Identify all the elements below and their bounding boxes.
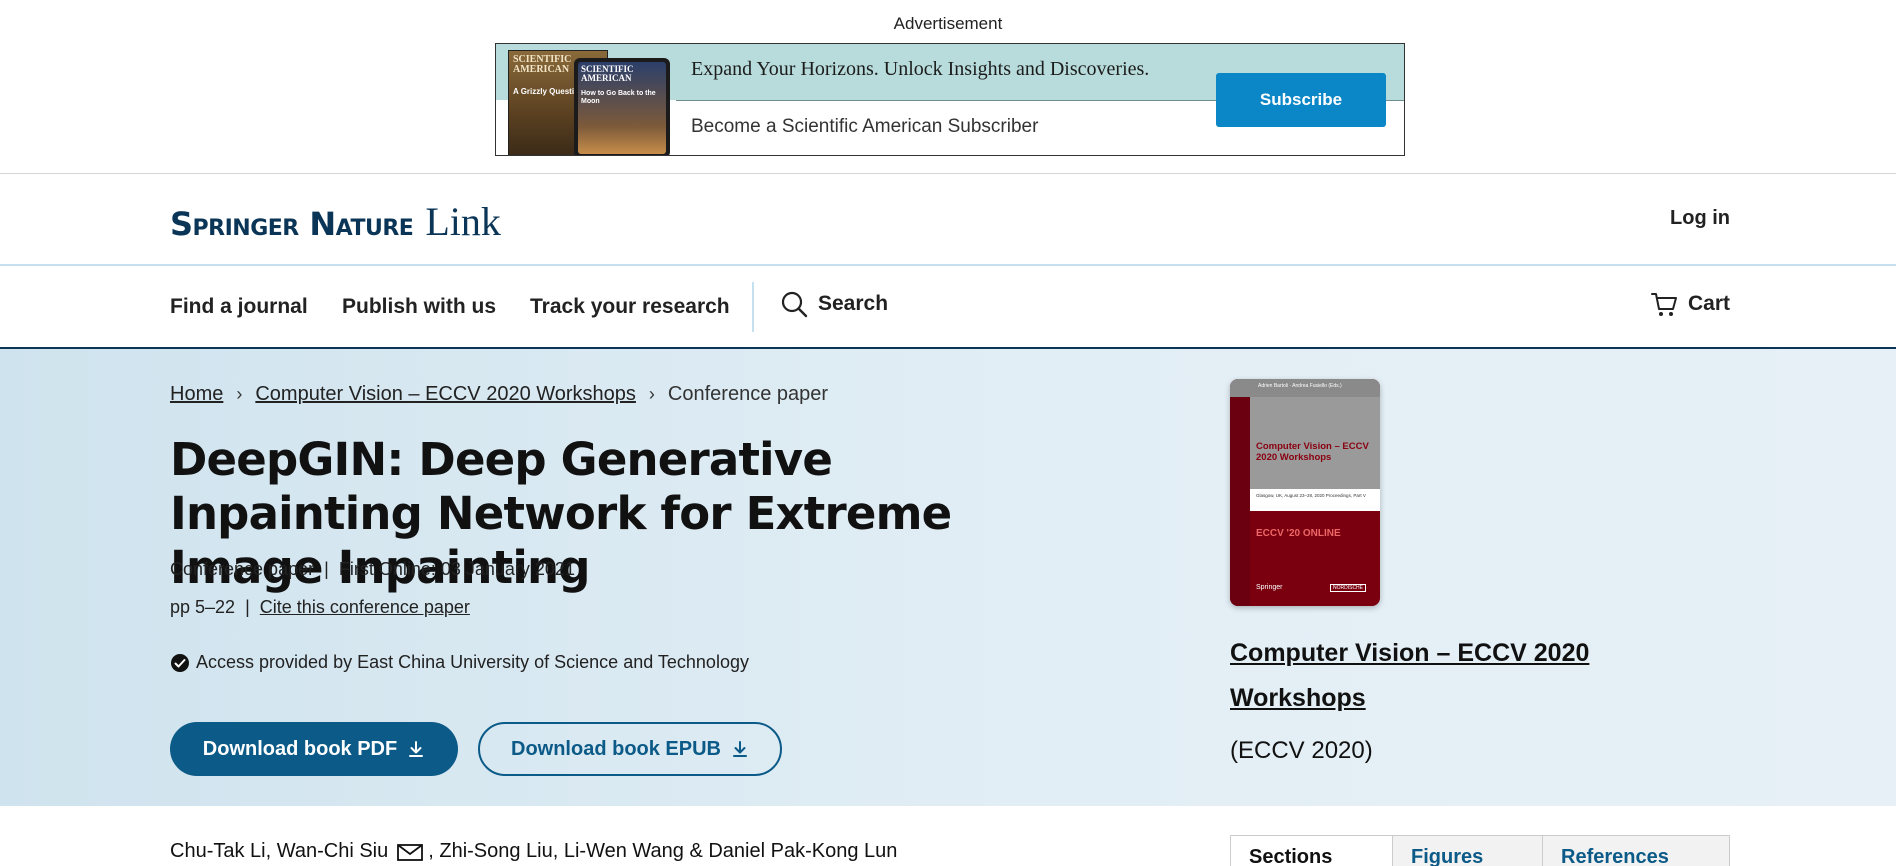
authors-rest[interactable]: , Zhi-Song Liu, Li-Wen Wang & Daniel Pak… — [428, 840, 897, 863]
main-nav: Find a journal Publish with us Track you… — [0, 266, 1896, 348]
cover-badge: NORDISCHE — [1330, 584, 1367, 592]
access-text: Access provided by East China University… — [196, 652, 749, 672]
tablet-magazine-title: SCIENTIFIC AMERICAN — [581, 64, 634, 83]
subscribe-button[interactable]: Subscribe — [1216, 73, 1386, 127]
download-epub-label: Download book EPUB — [511, 737, 721, 760]
download-icon — [733, 741, 747, 757]
book-abbreviation: (ECCV 2020) — [1230, 737, 1373, 764]
ad-subline: Become a Scientific American Subscriber — [691, 116, 1039, 137]
first-online: First Online: 03 January 2021 — [338, 559, 575, 579]
tab-references[interactable]: References — [1543, 836, 1729, 866]
meta-separator: | — [319, 559, 334, 579]
meta-separator: | — [240, 597, 255, 617]
nav-track-your-research[interactable]: Track your research — [530, 295, 730, 319]
download-icon — [409, 741, 424, 757]
author-list: Chu-Tak Li, Wan-Chi Siu , Zhi-Song Liu, … — [170, 840, 897, 863]
cover-white-band: Glasgow, UK, August 23–28, 2020 Proceedi… — [1250, 489, 1380, 511]
page-range: pp 5–22 — [170, 597, 236, 617]
cover-publisher: Springer — [1256, 584, 1283, 591]
search-button[interactable]: Search — [780, 290, 888, 318]
content-tabs: Sections Figures References — [1230, 835, 1730, 866]
email-icon[interactable] — [396, 842, 424, 862]
cart-icon — [1650, 293, 1677, 316]
article-hero: Home › Computer Vision – ECCV 2020 Works… — [0, 349, 1896, 806]
cart-button[interactable]: Cart — [1650, 290, 1730, 318]
paper-meta: Conference paper | First Online: 03 Janu… — [170, 559, 575, 580]
paper-pages-row: pp 5–22 | Cite this conference paper — [170, 597, 470, 618]
check-circle-icon — [171, 653, 189, 672]
cover-title: Computer Vision – ECCV 2020 Workshops — [1256, 441, 1369, 463]
access-notice: Access provided by East China University… — [170, 652, 749, 673]
ad-headline: Expand Your Horizons. Unlock Insights an… — [691, 58, 1150, 80]
page: Advertisement SCIENTIFIC AMERICAN A Griz… — [0, 0, 1896, 866]
cover-top-band: Adrien Bartoli · Andrea Fusiello (Eds.) — [1230, 379, 1380, 397]
nav-publish-with-us[interactable]: Publish with us — [342, 295, 496, 319]
brand-secondary: Link — [425, 199, 501, 244]
breadcrumb-book[interactable]: Computer Vision – ECCV 2020 Workshops — [255, 383, 636, 406]
book-cover-image[interactable]: Adrien Bartoli · Andrea Fusiello (Eds.) … — [1230, 379, 1380, 606]
springer-nature-link-logo[interactable]: Springer Nature Link — [170, 198, 501, 245]
cite-link[interactable]: Cite this conference paper — [260, 597, 470, 617]
authors-first[interactable]: Chu-Tak Li, Wan-Chi Siu — [170, 840, 388, 863]
brand-primary: Springer Nature — [170, 205, 414, 243]
nav-separator — [752, 282, 754, 332]
search-label: Search — [818, 292, 889, 315]
cover-spine-stripe — [1230, 397, 1250, 606]
chevron-right-icon: › — [648, 384, 655, 404]
cart-label: Cart — [1687, 292, 1730, 315]
nav-find-a-journal[interactable]: Find a journal — [170, 295, 308, 319]
tablet-screen: SCIENTIFIC AMERICAN How to Go Back to th… — [578, 62, 666, 154]
tab-figures[interactable]: Figures — [1393, 836, 1543, 866]
book-title-link[interactable]: Computer Vision – ECCV 2020 Workshops — [1230, 631, 1650, 721]
tablet-magazine-subtitle: How to Go Back to the Moon — [581, 90, 656, 105]
tablet-magazine-image: SCIENTIFIC AMERICAN How to Go Back to th… — [574, 58, 670, 155]
breadcrumb: Home › Computer Vision – ECCV 2020 Works… — [170, 383, 828, 406]
header-divider — [0, 173, 1896, 174]
cover-event-logo: ECCV '20 ONLINE — [1256, 528, 1341, 539]
tab-sections[interactable]: Sections — [1231, 836, 1393, 866]
search-icon — [781, 291, 808, 318]
login-button[interactable]: Log in — [1670, 207, 1730, 230]
ad-banner[interactable]: SCIENTIFIC AMERICAN A Grizzly Question S… — [495, 43, 1405, 156]
advertisement-label: Advertisement — [893, 14, 1003, 33]
download-pdf-label: Download book PDF — [202, 737, 398, 760]
breadcrumb-current: Conference paper — [667, 383, 829, 405]
cover-details: Glasgow, UK, August 23–28, 2020 Proceedi… — [1256, 493, 1366, 498]
download-pdf-button[interactable]: Download book PDF — [170, 722, 458, 776]
breadcrumb-home[interactable]: Home — [170, 383, 223, 406]
download-epub-button[interactable]: Download book EPUB — [478, 722, 782, 776]
chevron-right-icon: › — [236, 384, 243, 404]
cover-editors: Adrien Bartoli · Andrea Fusiello (Eds.) — [1258, 383, 1342, 389]
paper-type: Conference paper — [170, 559, 315, 579]
